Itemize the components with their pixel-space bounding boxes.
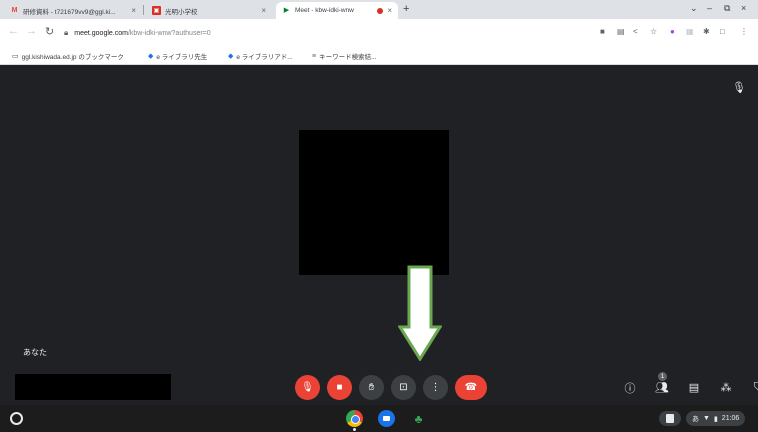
new-tab-button[interactable]: + (403, 3, 409, 15)
keyword-icon: ≡ (312, 52, 317, 60)
self-name-label: あなた (23, 348, 47, 357)
people-icon: 👥︎ (655, 382, 669, 394)
clock: 21:06 (721, 415, 740, 422)
participants-button[interactable]: 1 👥︎ (652, 372, 672, 400)
meeting-details-button[interactable]: ⓘ (620, 375, 640, 400)
tab-title: 光明小学校 (165, 8, 198, 16)
info-icon: ⓘ (624, 382, 636, 395)
share-icon[interactable]: < (633, 27, 638, 36)
browser-toolbar: ← → ↻ 🔒︎ meet.google.com /kbw-idki-wnw?a… (0, 19, 758, 47)
meet-app-icon[interactable] (378, 410, 395, 427)
status-tray[interactable]: あ ▼ ▮ 21:06 (686, 411, 746, 426)
wifi-icon: ▼ (703, 415, 710, 422)
ime-indicator[interactable]: あ (692, 414, 699, 424)
reader-icon[interactable]: ▤ (617, 27, 625, 36)
bookmark-item[interactable]: ▭ ggl.kishiwada.ed.jp のブックマーク (12, 51, 124, 61)
tab-search-icon[interactable]: ⌄ (690, 3, 698, 14)
gmail-icon: M (11, 7, 18, 14)
folder-icon: ▭ (12, 53, 19, 60)
participant-count-badge: 1 (658, 372, 667, 381)
lock-icon[interactable]: 🔒︎ (64, 28, 68, 38)
recording-indicator-icon (377, 7, 384, 14)
forward-icon[interactable]: → (26, 25, 37, 37)
extension-icon[interactable]: ● (670, 27, 675, 36)
bookmark-label: e ライブラリアド... (236, 54, 293, 61)
camera-off-icon: ■ (336, 382, 343, 393)
meet-stage: 🎙︎ あなた 🎙︎ ■ ✋︎ ⊡ ⋮ ☎︎ ⓘ 1 👥︎ ▤ ⁂ (0, 65, 758, 405)
school-icon: ▣ (152, 6, 161, 15)
running-indicator (353, 428, 356, 431)
activities-icon: ⁂ (720, 382, 732, 394)
hang-up-icon: ☎︎ (464, 382, 478, 393)
bookmark-icon: ◆ (228, 53, 234, 60)
star-icon[interactable]: ☆ (650, 27, 657, 36)
meet-icon: ▶ (283, 7, 290, 14)
close-tab-icon[interactable]: × (131, 6, 136, 15)
tab-gmail[interactable]: M 研修資料 - t721679vv9@ggl.ki... × (4, 2, 142, 19)
raise-hand-button[interactable]: ✋︎ (359, 375, 384, 400)
bookmark-label: ggl.kishiwada.ed.jp のブックマーク (21, 54, 124, 61)
self-view-tile[interactable] (15, 374, 171, 400)
side-panel-icon[interactable]: □ (720, 27, 725, 36)
extension-icon[interactable]: ▦ (686, 27, 694, 36)
menu-kebab-icon[interactable]: ⋮ (740, 27, 748, 36)
url-host: meet.google.com (74, 29, 128, 37)
tab-title: 研修資料 - t721679vv9@ggl.ki... (23, 8, 116, 16)
bookmark-item[interactable]: ◆ e ライブラリアド... (228, 51, 293, 61)
close-window-icon[interactable]: × (741, 3, 746, 13)
back-icon[interactable]: ← (8, 25, 19, 37)
chat-button[interactable]: ▤ (684, 375, 704, 400)
more-options-button[interactable]: ⋮ (423, 375, 448, 400)
close-tab-icon[interactable]: × (387, 6, 392, 15)
tab-strip: M 研修資料 - t721679vv9@ggl.ki... × ▣ 光明小学校 … (0, 0, 758, 19)
activities-button[interactable]: ⁂ (716, 375, 736, 400)
bookmark-icon: ◆ (148, 53, 154, 60)
chat-icon: ▤ (688, 382, 700, 394)
hand-icon: ✋︎ (368, 382, 375, 393)
mic-toggle-button[interactable]: 🎙︎ (295, 375, 320, 400)
launcher-icon[interactable] (10, 412, 23, 425)
participant-video-tile[interactable] (299, 130, 449, 275)
minimize-icon[interactable]: – (707, 3, 712, 13)
puzzle-icon[interactable]: ✱ (703, 27, 710, 36)
address-bar[interactable]: 🔒︎ meet.google.com /kbw-idki-wnw?authuse… (64, 23, 584, 43)
arrow-down-icon (398, 265, 442, 361)
host-controls-button[interactable]: ⛉ (748, 375, 758, 400)
bookmarks-bar: ▭ ggl.kishiwada.ed.jp のブックマーク ◆ e ライブラリ先… (0, 47, 758, 65)
url-path: /kbw-idki-wnw?authuser=0 (127, 29, 211, 37)
side-controls: ⓘ 1 👥︎ ▤ ⁂ ⛉ (620, 372, 758, 400)
bookmark-label: キーワード検索結... (319, 54, 377, 61)
tab-school[interactable]: ▣ 光明小学校 × (146, 2, 272, 19)
shield-icon: ⛉ (754, 381, 758, 394)
mic-off-icon: 🎙︎ (301, 382, 314, 393)
mic-off-icon: 🎙︎ (732, 82, 746, 94)
chrome-app-icon[interactable] (346, 410, 363, 427)
bookmark-item[interactable]: ◆ e ライブラリ先生 (148, 51, 207, 61)
bookmark-item[interactable]: ≡ キーワード検索結... (312, 51, 377, 62)
bookmark-label: e ライブラリ先生 (156, 54, 208, 61)
tab-meet[interactable]: ▶ Meet - kbw-idki-wnw × (276, 2, 398, 19)
call-controls: 🎙︎ ■ ✋︎ ⊡ ⋮ ☎︎ (295, 375, 487, 400)
screen-capture-icon (666, 414, 674, 423)
menu-kebab-icon: ⋮ (430, 382, 441, 393)
camera-toggle-button[interactable]: ■ (327, 375, 352, 400)
close-tab-icon[interactable]: × (261, 6, 266, 15)
present-screen-button[interactable]: ⊡ (391, 375, 416, 400)
app-launcher-icon[interactable]: ♣ (410, 410, 427, 427)
holding-space-button[interactable] (659, 411, 681, 426)
camera-in-use-icon[interactable]: ■ (600, 27, 605, 36)
leave-call-button[interactable]: ☎︎ (455, 375, 487, 400)
restore-icon[interactable]: ⧉ (724, 3, 730, 14)
battery-icon: ▮ (713, 415, 718, 423)
present-icon: ⊡ (399, 382, 408, 393)
os-shelf: ♣ あ ▼ ▮ 21:06 (0, 405, 758, 432)
tab-separator (143, 5, 144, 15)
tab-title: Meet - kbw-idki-wnw (295, 7, 354, 14)
reload-icon[interactable]: ↻ (45, 25, 54, 38)
